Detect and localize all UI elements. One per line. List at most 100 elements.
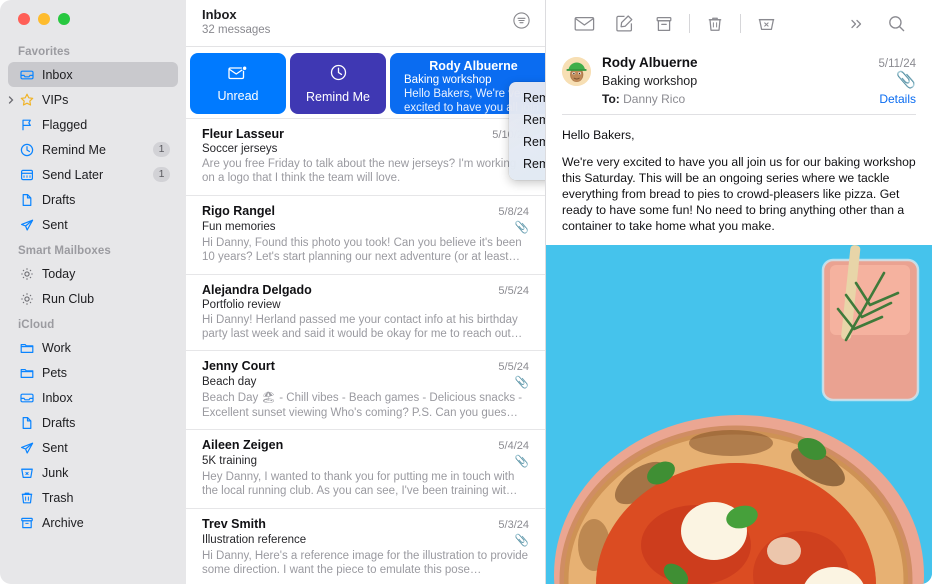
- sidebar-item-label: Today: [42, 266, 76, 281]
- chevron-right-icon[interactable]: [6, 94, 18, 106]
- sidebar-item-icloud-drafts[interactable]: Drafts: [8, 410, 178, 435]
- folder-icon: [18, 339, 35, 356]
- clock-icon: [18, 141, 35, 158]
- message-header: Rody Albuerne 5/11/24 Baking workshop 📎 …: [546, 47, 932, 106]
- sidebar: Favorites Inbox VIPs Flagged Remind Me 1…: [0, 0, 186, 584]
- row-subject: Portfolio review: [202, 298, 281, 311]
- filter-icon[interactable]: [512, 11, 531, 35]
- row-date: 5/5/24: [498, 284, 529, 297]
- inbox-icon: [18, 66, 35, 83]
- row-subject: Illustration reference: [202, 533, 307, 546]
- archive-icon[interactable]: [644, 9, 684, 39]
- menu-item-remind-in-1-hour[interactable]: Remind Me in 1 Hour: [509, 87, 545, 109]
- table-row[interactable]: Fleur Lasseur5/10/24 Soccer jerseys Are …: [186, 119, 545, 196]
- sidebar-section-icloud-title: iCloud: [18, 319, 55, 331]
- search-icon[interactable]: [876, 9, 916, 39]
- sidebar-item-remind-me[interactable]: Remind Me 1: [8, 137, 178, 162]
- message-list-header: Inbox 32 messages: [186, 0, 545, 47]
- sidebar-item-icloud-inbox[interactable]: Inbox: [8, 385, 178, 410]
- swipe-action-label: Unread: [217, 88, 259, 103]
- document-icon: [18, 414, 35, 431]
- menu-item-remind-tonight[interactable]: Remind Me Tonight: [509, 109, 545, 131]
- gear-icon: [18, 290, 35, 307]
- sidebar-item-work[interactable]: Work: [8, 335, 178, 360]
- sidebar-item-label: Remind Me: [42, 142, 106, 157]
- row-date: 5/5/24: [498, 361, 529, 374]
- margherita-pizza-photo[interactable]: [546, 244, 932, 584]
- reading-pane: Rody Albuerne 5/11/24 Baking workshop 📎 …: [546, 0, 932, 584]
- table-row[interactable]: Alejandra Delgado 5/5/24 Portfolio review…: [186, 275, 545, 352]
- message-count: 32 messages: [202, 24, 271, 36]
- body-paragraph: Hello Bakers,: [562, 128, 635, 142]
- row-preview: Hi Danny! Herland passed me your contact…: [202, 313, 523, 340]
- swipe-action-row: Unread Remind Me Rody Albuerne Baking wo…: [186, 47, 545, 119]
- trash-icon: [18, 489, 35, 506]
- sidebar-item-badge: 1: [153, 142, 170, 157]
- row-sender: Alejandra Delgado: [202, 282, 312, 297]
- zoom-button[interactable]: [58, 13, 70, 25]
- row-subject: Beach day: [202, 376, 257, 389]
- sidebar-item-junk[interactable]: Junk: [8, 460, 178, 485]
- row-sender: Jenny Court: [202, 359, 275, 374]
- row-subject: 5K training: [202, 455, 257, 467]
- message-subject: Baking workshop: [602, 74, 698, 88]
- inbox-icon: [18, 389, 35, 406]
- sidebar-item-send-later[interactable]: Send Later 1: [8, 162, 178, 187]
- sidebar-item-inbox[interactable]: Inbox: [8, 62, 178, 87]
- paperclip-icon: 📎: [514, 377, 529, 390]
- more-icon[interactable]: [836, 9, 876, 39]
- trash-icon[interactable]: [695, 9, 735, 39]
- compose-icon[interactable]: [604, 9, 644, 39]
- message-header-body: Rody Albuerne 5/11/24 Baking workshop 📎 …: [602, 55, 916, 106]
- swipe-action-unread[interactable]: Unread: [190, 53, 286, 114]
- sidebar-item-label: Run Club: [42, 291, 95, 306]
- row-subject: Soccer jerseys: [202, 143, 278, 155]
- sidebar-item-label: Trash: [42, 490, 74, 505]
- close-button[interactable]: [18, 13, 30, 25]
- row-sender: Rigo Rangel: [202, 203, 275, 218]
- row-sender: Trev Smith: [202, 516, 266, 531]
- sidebar-item-today[interactable]: Today: [8, 261, 178, 286]
- table-row[interactable]: Trev Smith 5/3/24 Illustration reference 📎…: [186, 509, 545, 584]
- sidebar-item-trash[interactable]: Trash: [8, 485, 178, 510]
- sidebar-item-pets[interactable]: Pets: [8, 360, 178, 385]
- sidebar-item-drafts[interactable]: Drafts: [8, 187, 178, 212]
- sidebar-item-archive[interactable]: Archive: [8, 510, 178, 535]
- message-body: Hello Bakers, We're very excited to have…: [546, 115, 932, 245]
- swipe-action-remind-me[interactable]: Remind Me: [290, 53, 386, 114]
- row-preview: Beach Day 🏖 - Chill vibes - Beach games …: [202, 392, 523, 419]
- menu-item-remind-tomorrow[interactable]: Remind Me Tomorrow: [509, 131, 545, 153]
- calendar-icon: [18, 166, 35, 183]
- details-link[interactable]: Details: [879, 92, 916, 106]
- row-preview: Hi Danny, Here's a reference image for t…: [202, 549, 529, 577]
- message-list-pane: Inbox 32 messages Unread Remind Me Rody …: [186, 0, 546, 584]
- paper-plane-icon: [18, 216, 35, 233]
- sidebar-item-icloud-sent[interactable]: Sent: [8, 435, 178, 460]
- swipe-action-label: Remind Me: [306, 90, 370, 104]
- to-label: To:: [602, 92, 620, 106]
- paperclip-icon[interactable]: 📎: [896, 70, 916, 90]
- message-recipient: To: Danny Rico: [602, 92, 685, 106]
- junk-icon: [18, 464, 35, 481]
- menu-item-remind-later[interactable]: Remind Me Later…: [509, 153, 545, 175]
- mark-unread-icon[interactable]: [564, 9, 604, 39]
- sidebar-item-badge: 1: [153, 167, 170, 182]
- sidebar-item-label: Sent: [42, 217, 68, 232]
- gear-icon: [18, 265, 35, 282]
- sidebar-item-label: Pets: [42, 365, 68, 380]
- table-row[interactable]: Aileen Zeigen 5/4/24 5K training 📎 Hey Dan…: [186, 430, 545, 509]
- sidebar-item-vips[interactable]: VIPs: [8, 87, 178, 112]
- sidebar-item-label: Flagged: [42, 117, 88, 132]
- table-row[interactable]: Jenny Court 5/5/24 Beach day 📎 Beach Day 🏖…: [186, 351, 545, 430]
- sidebar-item-sent[interactable]: Sent: [8, 212, 178, 237]
- junk-icon[interactable]: [746, 9, 786, 39]
- traffic-lights: [8, 0, 178, 38]
- sidebar-item-run-club[interactable]: Run Club: [8, 286, 178, 311]
- minimize-button[interactable]: [38, 13, 50, 25]
- sidebar-item-label: Inbox: [42, 67, 73, 82]
- sidebar-item-label: Sent: [42, 440, 68, 455]
- star-icon: [18, 91, 35, 108]
- sidebar-item-flagged[interactable]: Flagged: [8, 112, 178, 137]
- table-row[interactable]: Rigo Rangel 5/8/24 Fun memories 📎 Hi Danny…: [186, 196, 545, 275]
- row-sender: Rody Albuerne: [429, 59, 518, 73]
